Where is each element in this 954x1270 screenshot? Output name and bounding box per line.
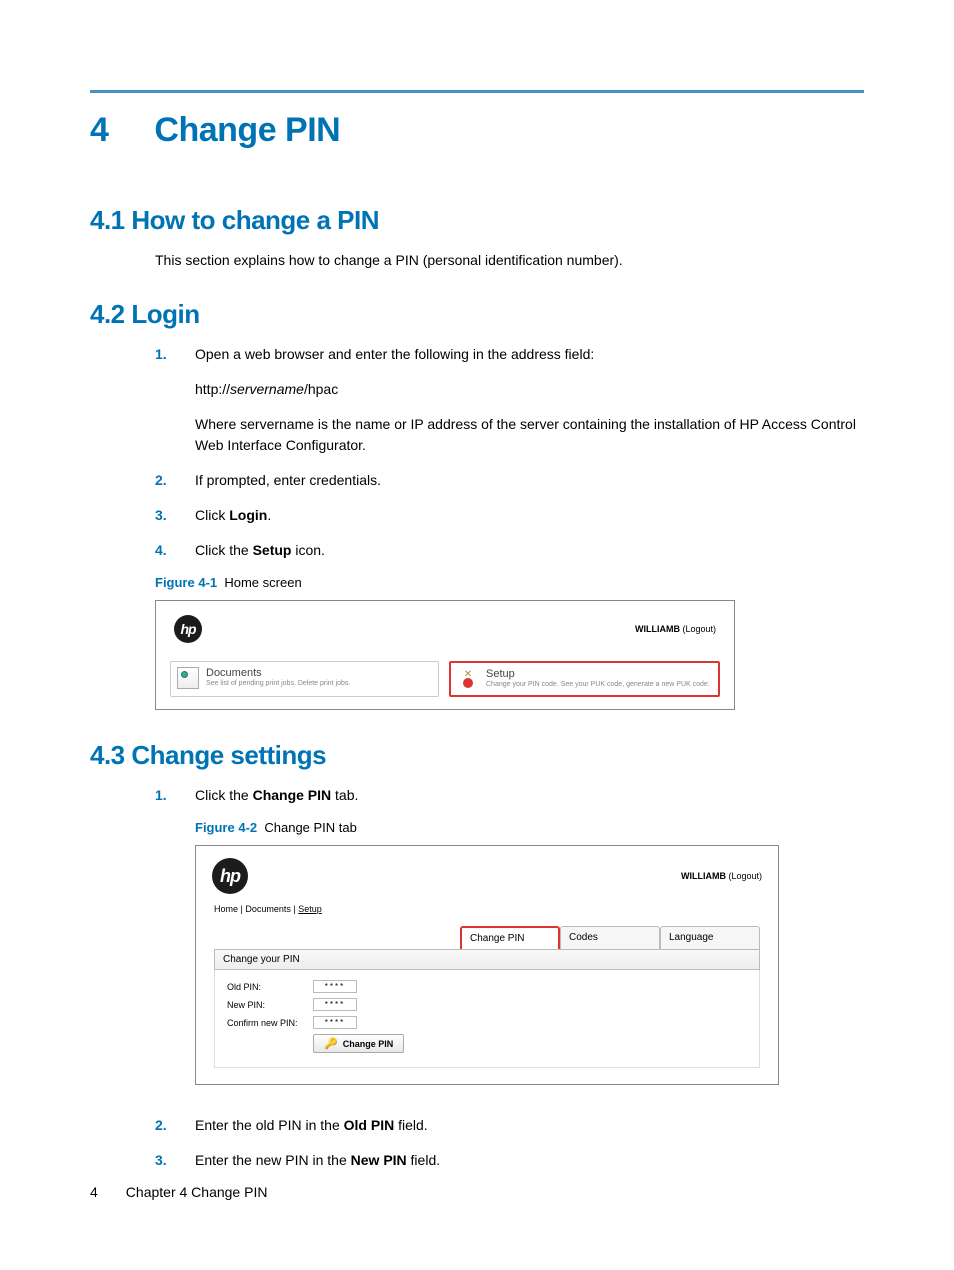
step-4-2-1: 1. Open a web browser and enter the foll… <box>155 344 864 365</box>
tab-change-pin[interactable]: Change PIN <box>460 926 560 949</box>
tab-codes[interactable]: Codes <box>560 926 660 949</box>
panel-title: Change your PIN <box>214 949 760 970</box>
step-number: 3. <box>155 505 195 526</box>
new-pin-label: New PIN: <box>227 1000 313 1010</box>
step-4-2-3: 3. Click Login. <box>155 505 864 526</box>
confirm-pin-input[interactable]: **** <box>313 1016 357 1029</box>
figure-4-2-caption: Figure 4-2 Change PIN tab <box>195 820 864 835</box>
confirm-pin-label: Confirm new PIN: <box>227 1018 313 1028</box>
step-text: Enter the old PIN in the Old PIN field. <box>195 1115 864 1136</box>
card-subtitle: See list of pending print jobs. Delete p… <box>206 679 350 688</box>
documents-card[interactable]: Documents See list of pending print jobs… <box>170 661 439 697</box>
card-subtitle: Change your PIN code. See your PUK code,… <box>486 680 710 689</box>
chapter-number: 4 <box>90 111 108 149</box>
step-text: Click the Setup icon. <box>195 540 864 561</box>
step-text: Enter the new PIN in the New PIN field. <box>195 1150 864 1171</box>
crumb-home[interactable]: Home <box>214 904 238 914</box>
step-number: 1. <box>155 785 195 806</box>
step-text: If prompted, enter credentials. <box>195 470 864 491</box>
page-footer: 4 Chapter 4 Change PIN <box>90 1184 267 1200</box>
old-pin-label: Old PIN: <box>227 982 313 992</box>
figure-4-1: hp WILLIAMB (Logout) Documents See list … <box>155 600 735 710</box>
setup-icon: ✕ <box>457 668 479 690</box>
step-text: Click the Change PIN tab. <box>195 785 864 806</box>
section-4-1-body: This section explains how to change a PI… <box>155 250 864 271</box>
figure-4-1-caption: Figure 4-1 Home screen <box>155 575 864 590</box>
where-text: Where servername is the name or IP addre… <box>195 414 864 456</box>
page-number: 4 <box>90 1184 98 1200</box>
user-logout[interactable]: WILLIAMB (Logout) <box>681 871 762 881</box>
step-number: 2. <box>155 470 195 491</box>
section-heading-4-1: 4.1 How to change a PIN <box>90 205 864 236</box>
new-pin-input[interactable]: **** <box>313 998 357 1011</box>
tab-language[interactable]: Language <box>660 926 760 949</box>
chapter-rule <box>90 90 864 93</box>
step-number: 4. <box>155 540 195 561</box>
step-4-2-4: 4. Click the Setup icon. <box>155 540 864 561</box>
card-title: Documents <box>206 667 350 679</box>
figure-4-2: hp WILLIAMB (Logout) Home | Documents | … <box>195 845 779 1085</box>
step-4-3-1: 1. Click the Change PIN tab. <box>155 785 864 806</box>
setup-card[interactable]: ✕ Setup Change your PIN code. See your P… <box>449 661 720 697</box>
change-pin-form: Old PIN: **** New PIN: **** Confirm new … <box>214 970 760 1068</box>
step-text: Click Login. <box>195 505 864 526</box>
step-number: 1. <box>155 344 195 365</box>
crumb-setup[interactable]: Setup <box>298 904 322 914</box>
card-title: Setup <box>486 668 710 680</box>
chapter-title: Change PIN <box>154 111 340 149</box>
hp-logo-icon: hp <box>212 858 248 894</box>
change-pin-button[interactable]: 🔑 Change PIN <box>313 1034 404 1053</box>
step-number: 3. <box>155 1150 195 1171</box>
section-heading-4-3: 4.3 Change settings <box>90 740 864 771</box>
chapter-heading: 4 Change PIN <box>90 111 864 150</box>
step-4-2-2: 2. If prompted, enter credentials. <box>155 470 864 491</box>
old-pin-input[interactable]: **** <box>313 980 357 993</box>
crumb-documents[interactable]: Documents <box>245 904 291 914</box>
document-icon <box>177 667 199 689</box>
url-line: http://servername/hpac <box>195 379 864 400</box>
user-logout[interactable]: WILLIAMB (Logout) <box>635 624 716 634</box>
footer-chapter: Chapter 4 Change PIN <box>126 1184 268 1200</box>
step-number: 2. <box>155 1115 195 1136</box>
step-4-3-2: 2. Enter the old PIN in the Old PIN fiel… <box>155 1115 864 1136</box>
step-4-3-3: 3. Enter the new PIN in the New PIN fiel… <box>155 1150 864 1171</box>
step-text: Open a web browser and enter the followi… <box>195 344 864 365</box>
url-servername: servername <box>230 381 304 397</box>
section-heading-4-2: 4.2 Login <box>90 299 864 330</box>
hp-logo-icon: hp <box>174 615 202 643</box>
breadcrumb: Home | Documents | Setup <box>206 898 768 926</box>
key-icon: 🔑 <box>324 1037 338 1050</box>
